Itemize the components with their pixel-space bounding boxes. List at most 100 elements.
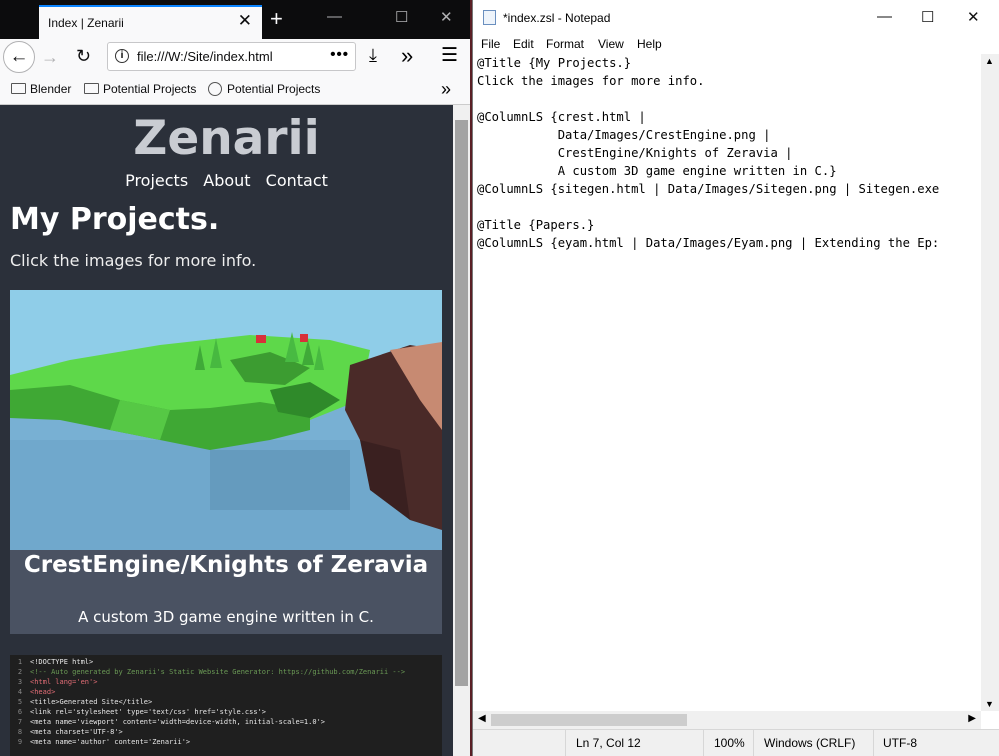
code-line: 1 <!DOCTYPE html> — [10, 658, 93, 668]
status-divider — [753, 730, 754, 756]
web-scroll-thumb[interactable] — [455, 120, 468, 686]
status-divider — [703, 730, 704, 756]
text-line: @ColumnLS {crest.html | — [477, 110, 646, 124]
close-window-icon[interactable]: ✕ — [440, 8, 453, 26]
code-line-text: <link rel='stylesheet' type='text/css' h… — [30, 708, 267, 716]
status-divider — [565, 730, 566, 756]
info-icon[interactable]: i — [115, 49, 129, 63]
code-line-number: 4 — [17, 688, 23, 696]
nav-toolbar: ← → ↻ i file:///W:/Site/index.html ••• ⤓… — [0, 39, 470, 76]
text-line: CrestEngine/Knights of Zeravia | — [477, 146, 793, 160]
code-line: 2 <!-- Auto generated by Zenarii's Static… — [10, 668, 405, 678]
web-vertical-scrollbar[interactable] — [453, 105, 470, 756]
bookmark-label: Potential Projects — [103, 82, 197, 96]
notepad-app-icon — [483, 10, 496, 25]
tab-index[interactable]: Index | Zenarii ✕ — [39, 5, 262, 39]
menu-edit[interactable]: Edit — [513, 37, 534, 51]
code-line-text: <!-- Auto generated by Zenarii's Static … — [30, 668, 406, 676]
code-line-text: <meta name='viewport' content='width=dev… — [30, 718, 326, 726]
url-bar[interactable]: i file:///W:/Site/index.html ••• — [107, 42, 356, 71]
scroll-right-icon[interactable]: ▶ — [968, 713, 976, 724]
nav-projects[interactable]: Projects — [125, 171, 188, 190]
status-line-ending: Windows (CRLF) — [764, 736, 856, 750]
notepad-title: *index.zsl - Notepad — [503, 11, 611, 25]
nav-about[interactable]: About — [203, 171, 250, 190]
notepad-titlebar: *index.zsl - Notepad — ☐ ✕ — [473, 0, 999, 35]
project-card[interactable]: CrestEngine/Knights of Zeravia A custom … — [10, 290, 442, 634]
code-preview-image[interactable]: 1 <!DOCTYPE html> 2 <!-- Auto generated by… — [10, 655, 442, 756]
code-line-number: 2 — [17, 668, 23, 676]
bookmark-potential-projects-folder[interactable]: Potential Projects — [84, 82, 196, 96]
minimize-icon[interactable]: — — [327, 8, 342, 25]
reload-icon[interactable]: ↻ — [76, 46, 91, 67]
site-nav: Projects About Contact — [0, 171, 453, 190]
new-tab-icon[interactable]: + — [270, 6, 283, 32]
code-line-number: 9 — [17, 738, 23, 746]
page-subheading: Click the images for more info. — [10, 251, 257, 270]
tab-title: Index | Zenarii — [48, 16, 124, 30]
status-position: Ln 7, Col 12 — [576, 736, 641, 750]
code-line: 8 <meta charset='UTF-8'> — [10, 728, 123, 738]
bookmark-label: Potential Projects — [227, 82, 321, 96]
download-icon[interactable]: ⤓ — [369, 45, 377, 66]
notepad-close-icon[interactable]: ✕ — [967, 8, 980, 26]
status-zoom: 100% — [714, 736, 745, 750]
notepad-statusbar: Ln 7, Col 12 100% Windows (CRLF) UTF-8 — [473, 729, 999, 756]
menu-help[interactable]: Help — [637, 37, 662, 51]
page-actions-icon[interactable]: ••• — [330, 46, 349, 63]
text-line: @ColumnLS {eyam.html | Data/Images/Eyam.… — [477, 236, 940, 250]
code-line: 4 <head> — [10, 688, 55, 698]
code-line-number: 7 — [17, 718, 23, 726]
bookmark-blender[interactable]: Blender — [11, 82, 71, 96]
notepad-menubar: File Edit Format View Help — [473, 35, 999, 54]
notepad-horizontal-scrollbar[interactable]: ◀ ▶ — [473, 711, 981, 729]
project-title: CrestEngine/Knights of Zeravia — [23, 552, 429, 578]
scroll-left-icon[interactable]: ◀ — [478, 713, 486, 724]
tab-bar: Index | Zenarii ✕ + — ☐ ✕ — [0, 0, 470, 39]
text-line: Click the images for more info. — [477, 74, 705, 88]
tab-close-icon[interactable]: ✕ — [238, 11, 252, 31]
text-line: Data/Images/CrestEngine.png | — [477, 128, 771, 142]
bookmark-label: Blender — [30, 82, 72, 96]
code-line-number: 5 — [17, 698, 23, 706]
text-line — [477, 198, 939, 216]
notepad-hscroll-thumb[interactable] — [491, 714, 687, 726]
text-line: @ColumnLS {sitegen.html | Data/Images/Si… — [477, 182, 940, 196]
globe-icon — [208, 82, 222, 96]
status-divider — [873, 730, 874, 756]
page-heading: My Projects. — [10, 202, 220, 237]
folder-icon — [84, 83, 99, 94]
text-line: @Title {My Projects.} — [477, 56, 632, 70]
bookmarks-overflow-icon[interactable]: » — [441, 79, 451, 100]
overflow-chevron-icon[interactable]: » — [401, 43, 413, 69]
status-encoding: UTF-8 — [883, 736, 917, 750]
notepad-minimize-icon[interactable]: — — [877, 8, 892, 25]
site-title: Zenarii — [133, 111, 320, 166]
menu-file[interactable]: File — [481, 37, 500, 51]
code-line: 5 <title>Generated Site</title> — [10, 698, 152, 708]
scroll-up-icon[interactable]: ▲ — [985, 56, 994, 66]
code-line-number: 3 — [17, 678, 23, 686]
notepad-vertical-scrollbar[interactable]: ▲ ▼ — [981, 54, 999, 711]
forward-button-icon[interactable]: → — [41, 47, 59, 68]
code-line: 6 <link rel='stylesheet' type='text/css' … — [10, 708, 266, 718]
nav-contact[interactable]: Contact — [266, 171, 328, 190]
text-line: A custom 3D game engine written in C.} — [477, 164, 837, 178]
code-line-text: <head> — [30, 688, 56, 696]
back-button-icon[interactable]: ← — [3, 41, 35, 73]
menu-view[interactable]: View — [598, 37, 624, 51]
maximize-icon[interactable]: ☐ — [395, 8, 408, 26]
project-image[interactable] — [10, 290, 442, 550]
notepad-window: *index.zsl - Notepad — ☐ ✕ File Edit For… — [472, 0, 999, 756]
menu-format[interactable]: Format — [546, 37, 584, 51]
url-text: file:///W:/Site/index.html — [137, 49, 273, 64]
code-line-number: 1 — [17, 658, 23, 666]
notepad-maximize-icon[interactable]: ☐ — [921, 8, 934, 26]
firefox-window: Index | Zenarii ✕ + — ☐ ✕ ← → ↻ i file:/… — [0, 0, 470, 756]
scroll-down-icon[interactable]: ▼ — [985, 699, 994, 709]
hamburger-menu-icon[interactable]: ☰ — [441, 44, 458, 67]
bookmark-potential-projects-page[interactable]: Potential Projects — [208, 82, 320, 96]
notepad-text-area[interactable]: @Title {My Projects.} Click the images fo… — [473, 54, 981, 711]
code-line: 7 <meta name='viewport' content='width=de… — [10, 718, 325, 728]
code-line: 9 <meta name='author' content='Zenarii'> — [10, 738, 190, 748]
